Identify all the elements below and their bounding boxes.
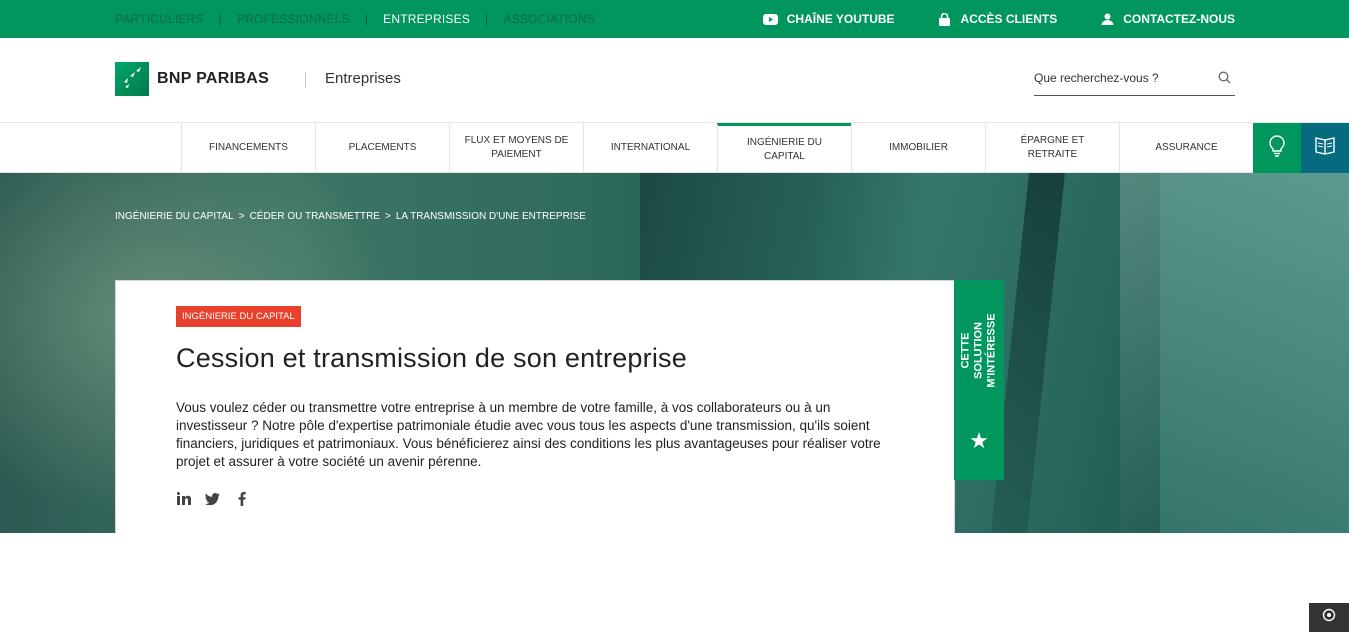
search-input[interactable] xyxy=(1034,64,1204,92)
guides-button[interactable] xyxy=(1301,123,1349,173)
nav-ingenierie-capital[interactable]: INGÉNIERIE DU CAPITAL xyxy=(717,123,851,173)
bnp-logo-icon[interactable] xyxy=(115,62,149,96)
lightbulb-icon xyxy=(1269,134,1285,162)
nav-epargne-retraite[interactable]: ÉPARGNE ET RETRAITE xyxy=(985,123,1119,173)
article-intro: Vous voulez céder ou transmettre votre e… xyxy=(176,400,881,469)
main-nav: FINANCEMENTS PLACEMENTS FLUX ET MOYENS D… xyxy=(0,123,1349,173)
site-header: BNP PARIBAS Entreprises xyxy=(0,38,1349,123)
search-icon[interactable] xyxy=(1218,71,1231,89)
facebook-icon[interactable] xyxy=(234,491,249,506)
article-card: INGÉNIERIE DU CAPITAL Cession et transmi… xyxy=(115,280,955,533)
hero-image-right xyxy=(1120,173,1349,533)
clients-link[interactable]: ACCÈS CLIENTS xyxy=(937,12,1058,26)
nav-immobilier[interactable]: IMMOBILIER xyxy=(851,123,985,173)
segment-separator: | xyxy=(485,12,489,26)
contact-link[interactable]: CONTACTEZ-NOUS xyxy=(1099,12,1235,26)
breadcrumb-item[interactable]: INGÉNIERIE DU CAPITAL xyxy=(115,211,234,222)
nav-assurance[interactable]: ASSURANCE xyxy=(1119,123,1253,173)
nav-financements[interactable]: FINANCEMENTS xyxy=(181,123,315,173)
page-title: Cession et transmission de son entrepris… xyxy=(176,343,687,373)
ideas-button[interactable] xyxy=(1253,123,1301,173)
clients-label: ACCÈS CLIENTS xyxy=(960,12,1058,26)
breadcrumb-current: LA TRANSMISSION D'UNE ENTREPRISE xyxy=(395,211,586,222)
twitter-icon[interactable] xyxy=(205,491,220,506)
segment-entreprises[interactable]: ENTREPRISES xyxy=(383,12,470,26)
hero-banner: INGÉNIERIE DU CAPITAL > CÉDER OU TRANSME… xyxy=(0,173,1349,533)
youtube-icon xyxy=(763,12,779,26)
breadcrumb: INGÉNIERIE DU CAPITAL > CÉDER OU TRANSME… xyxy=(115,211,586,222)
interest-cta-tab[interactable]: CETTE SOLUTION M'INTÉRESSE ★ xyxy=(954,280,1004,480)
logo-text[interactable]: BNP PARIBAS xyxy=(157,70,269,88)
audience-segments: PARTICULIERS | PROFESSIONNELS | ENTREPRI… xyxy=(115,0,595,38)
linkedin-icon[interactable] xyxy=(176,491,191,506)
lock-icon xyxy=(937,12,953,26)
segment-associations[interactable]: ASSOCIATIONS xyxy=(503,12,595,26)
nav-placements[interactable]: PLACEMENTS xyxy=(315,123,449,173)
segment-separator: | xyxy=(218,12,222,26)
youtube-link[interactable]: CHAÎNE YOUTUBE xyxy=(763,12,895,26)
nav-flux-paiement[interactable]: FLUX ET MOYENS DE PAIEMENT xyxy=(449,123,583,173)
breadcrumb-separator: > xyxy=(384,211,391,222)
user-icon xyxy=(1099,12,1115,26)
breadcrumb-separator: > xyxy=(238,211,245,222)
book-icon xyxy=(1314,136,1336,160)
category-badge: INGÉNIERIE DU CAPITAL xyxy=(176,306,301,327)
top-bar: PARTICULIERS | PROFESSIONNELS | ENTREPRI… xyxy=(0,0,1349,38)
contact-label: CONTACTEZ-NOUS xyxy=(1123,12,1235,26)
segment-particuliers[interactable]: PARTICULIERS xyxy=(115,12,204,26)
top-links: CHAÎNE YOUTUBE ACCÈS CLIENTS CONTACTEZ-N… xyxy=(763,0,1235,38)
search-box xyxy=(1034,64,1235,96)
interest-cta-label: CETTE SOLUTION M'INTÉRESSE xyxy=(959,312,998,388)
logo-divider xyxy=(305,72,306,88)
nav-international[interactable]: INTERNATIONAL xyxy=(583,123,717,173)
target-icon xyxy=(1322,608,1336,627)
segment-separator: | xyxy=(364,12,369,26)
youtube-label: CHAÎNE YOUTUBE xyxy=(786,12,895,26)
breadcrumb-item[interactable]: CÉDER OU TRANSMETTRE xyxy=(250,211,380,222)
logo-subtitle: Entreprises xyxy=(325,70,401,87)
corner-widget-button[interactable] xyxy=(1309,603,1349,632)
social-share xyxy=(176,491,249,506)
star-icon: ★ xyxy=(969,428,989,453)
segment-professionnels[interactable]: PROFESSIONNELS xyxy=(237,12,350,26)
